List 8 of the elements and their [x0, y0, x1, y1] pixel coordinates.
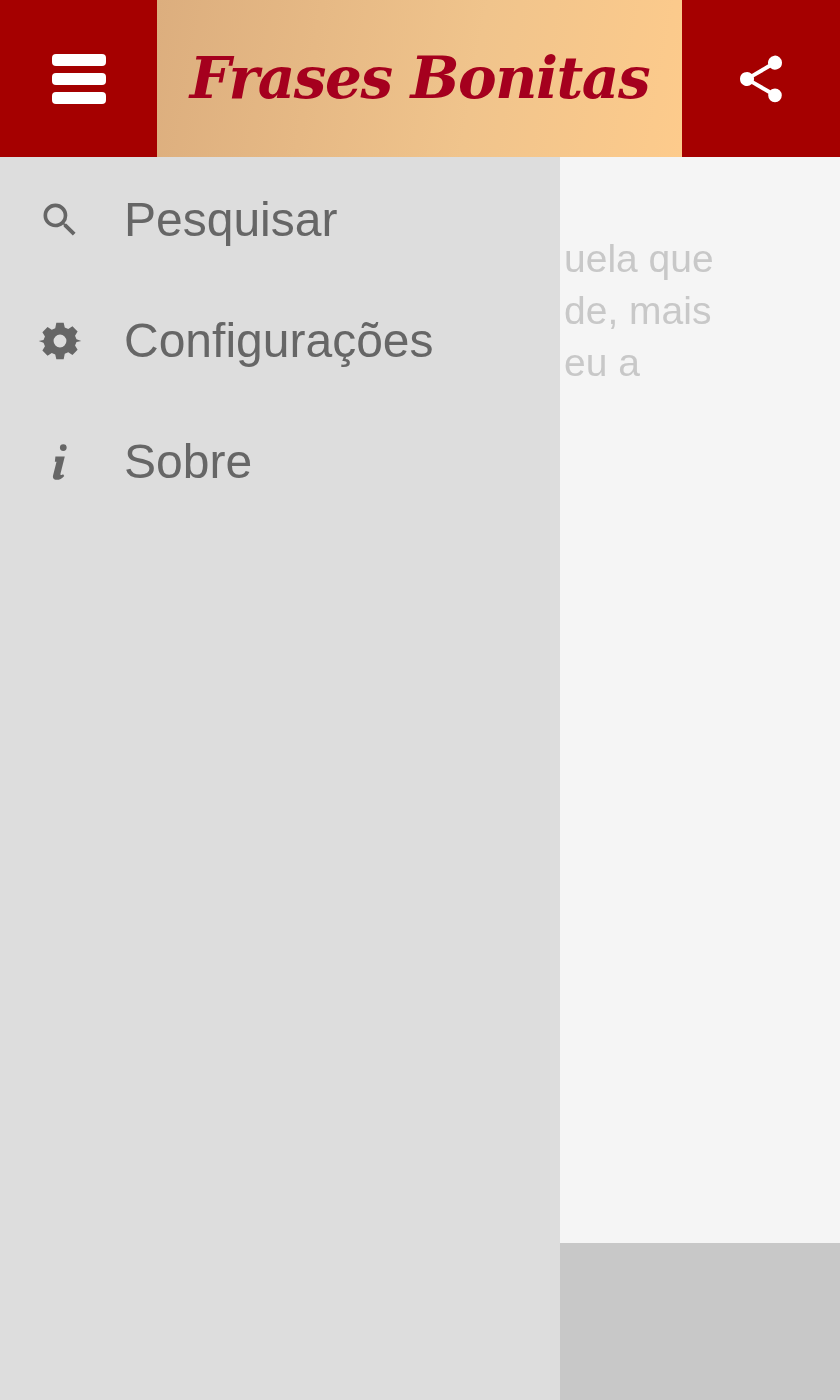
- app-title: Frases Bonitas: [189, 43, 650, 114]
- share-button[interactable]: [682, 0, 840, 157]
- drawer-item[interactable]: Sobre: [0, 401, 560, 522]
- menu-button[interactable]: [0, 0, 157, 157]
- drawer-item[interactable]: Pesquisar: [0, 159, 560, 280]
- drawer-item[interactable]: Configurações: [0, 280, 560, 401]
- info-icon: [52, 443, 68, 480]
- menu-icon: [51, 51, 106, 106]
